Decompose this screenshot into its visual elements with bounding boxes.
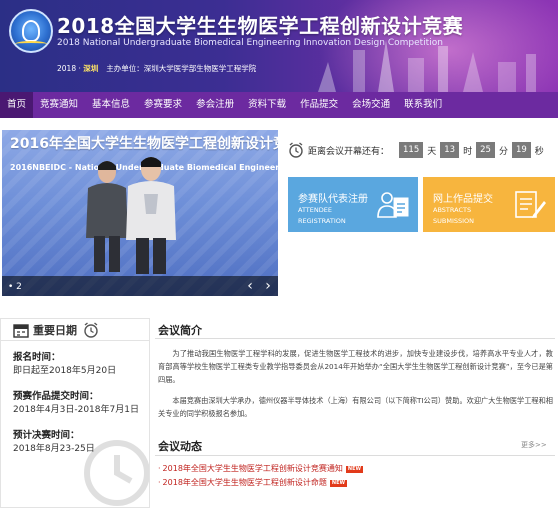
slide-backdrop-title: 2016年全国大学生生物医学工程创新设计竞赛 bbox=[10, 136, 278, 152]
news-bullet: · bbox=[158, 478, 161, 487]
banner-host: 主办单位：深圳大学医学部生物医学工程学院 bbox=[106, 64, 257, 73]
slider-control-bar bbox=[2, 276, 278, 296]
main-nav: 首页 竞赛通知 基本信息 参赛要求 参会注册 资料下载 作品提交 会场交通 联系… bbox=[0, 92, 558, 118]
document-submit-icon bbox=[515, 191, 546, 218]
countdown-hours-unit: 时 bbox=[463, 146, 473, 157]
news-divider bbox=[155, 455, 555, 456]
intro-paragraph-1: 为了推动我国生物医学工程学科的发展，促进生物医学工程技术的进步，加快专业建设步伐… bbox=[158, 349, 553, 384]
banner-location: 2018 · 深圳 主办单位：深圳大学医学部生物医学工程学院 bbox=[57, 63, 256, 74]
news-item[interactable]: · 2018年全国大学生生物医学工程创新设计命题 NEW bbox=[158, 477, 348, 488]
countdown-days-unit: 天 bbox=[427, 146, 437, 157]
registration-date-label: 报名时间： bbox=[13, 352, 61, 363]
important-dates-panel: 重要日期 报名时间： 即日起至2018年5月20日 预赛作品提交时间： 2018… bbox=[0, 318, 150, 508]
important-dates-header: 重要日期 bbox=[1, 319, 149, 341]
user-register-icon bbox=[377, 192, 409, 218]
new-badge: NEW bbox=[329, 480, 348, 487]
abstract-submission-en1: ABSTRACTS bbox=[433, 206, 472, 214]
countdown-seconds: 19 bbox=[511, 142, 531, 158]
slide-next-button[interactable]: › bbox=[260, 278, 276, 294]
nav-item-info[interactable]: 基本信息 bbox=[85, 92, 137, 118]
abstract-submission-en2: SUBMISSION bbox=[433, 217, 475, 225]
countdown-days: 115 bbox=[399, 142, 424, 158]
new-badge: NEW bbox=[345, 466, 364, 473]
countdown-minutes: 25 bbox=[476, 142, 495, 158]
countdown-label: 距离会议开幕还有： bbox=[308, 146, 390, 157]
final-date-label: 预计决赛时间： bbox=[13, 430, 80, 441]
final-date-value: 2018年8月23-25日 bbox=[13, 444, 95, 454]
nav-item-home[interactable]: 首页 bbox=[0, 92, 34, 118]
attendee-registration-en2: REGISTRATION bbox=[298, 217, 346, 225]
nav-item-requirements[interactable]: 参赛要求 bbox=[137, 92, 189, 118]
alarm-clock-icon bbox=[84, 322, 98, 338]
news-item[interactable]: · 2018年全国大学生生物医学工程创新设计竞赛通知 NEW bbox=[158, 463, 364, 474]
news-item-text: 2018年全国大学生生物医学工程创新设计命题 bbox=[162, 478, 327, 487]
news-title: 会议动态 bbox=[158, 440, 202, 453]
abstract-submission-title: 网上作品提交 bbox=[433, 194, 493, 205]
competition-logo bbox=[9, 9, 53, 53]
news-item-text: 2018年全国大学生生物医学工程创新设计竞赛通知 bbox=[162, 464, 343, 473]
attendee-registration-button[interactable]: 参赛队代表注册 ATTENDEE REGISTRATION bbox=[288, 177, 418, 232]
nav-item-downloads[interactable]: 资料下载 bbox=[241, 92, 293, 118]
slide-prev-button[interactable]: ‹ bbox=[242, 278, 258, 294]
countdown-minutes-unit: 分 bbox=[498, 146, 508, 157]
calendar-icon bbox=[13, 324, 29, 338]
intro-paragraph-2: 本届竞赛由深圳大学承办，德州仪器半导体技术（上海）有限公司（以下简称TI公司）赞… bbox=[158, 396, 553, 418]
attendee-registration-title: 参赛队代表注册 bbox=[298, 194, 368, 205]
nav-item-registration[interactable]: 参会注册 bbox=[189, 92, 241, 118]
abstract-submission-button[interactable]: 网上作品提交 ABSTRACTS SUBMISSION bbox=[423, 177, 555, 232]
countdown-seconds-unit: 秒 bbox=[534, 146, 544, 157]
nav-item-notice[interactable]: 竞赛通知 bbox=[33, 92, 85, 118]
slide-counter: • 2 bbox=[8, 282, 22, 292]
header-banner: 2018全国大学生生物医学工程创新设计竞赛 2018 National Unde… bbox=[0, 0, 558, 92]
preliminary-date-value: 2018年4月3日-2018年7月1日 bbox=[13, 405, 139, 415]
news-bullet: · bbox=[158, 464, 161, 473]
nav-item-contact[interactable]: 联系我们 bbox=[397, 92, 449, 118]
attendee-registration-en1: ATTENDEE bbox=[298, 206, 332, 214]
person-photo-right bbox=[126, 157, 176, 274]
news-more-link[interactable]: 更多>> bbox=[521, 440, 547, 450]
important-dates-title: 重要日期 bbox=[33, 324, 77, 337]
countdown-hours: 13 bbox=[440, 142, 460, 158]
intro-title: 会议简介 bbox=[158, 324, 202, 337]
banner-year: 2018 · bbox=[57, 64, 84, 73]
nav-item-venue[interactable]: 会场交通 bbox=[345, 92, 397, 118]
banner-title: 2018全国大学生生物医学工程创新设计竞赛 bbox=[57, 14, 464, 38]
preliminary-date-label: 预赛作品提交时间： bbox=[13, 391, 99, 402]
nav-item-submission[interactable]: 作品提交 bbox=[293, 92, 345, 118]
alarm-clock-icon bbox=[289, 142, 303, 158]
registration-date-value: 即日起至2018年5月20日 bbox=[13, 366, 117, 376]
photo-slider[interactable]: 2016年全国大学生生物医学工程创新设计竞赛 2016NBEIDC - Nati… bbox=[2, 130, 278, 296]
countdown-timer: 距离会议开幕还有： 115 天 13 时 25 分 19 秒 bbox=[288, 140, 544, 160]
intro-divider bbox=[155, 338, 555, 339]
banner-subtitle: 2018 National Undergraduate Biomedical E… bbox=[57, 38, 443, 48]
banner-city: 深圳 bbox=[83, 64, 99, 73]
